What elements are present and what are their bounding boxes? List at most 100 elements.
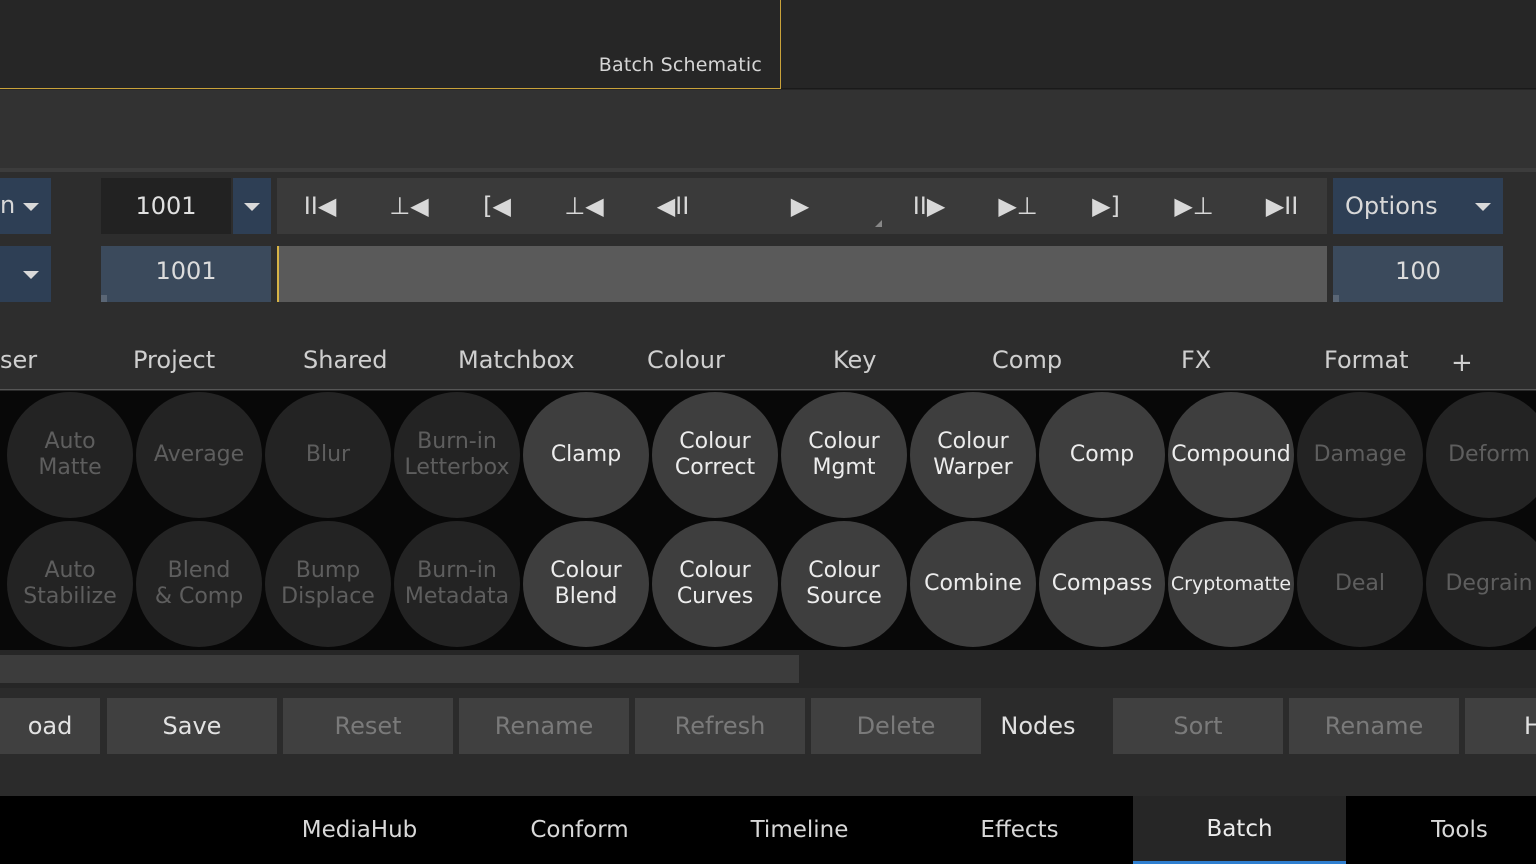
node-deal[interactable]: Deal [1297,521,1423,647]
chevron-down-icon [23,203,39,211]
load-button[interactable]: oad [0,698,100,754]
frame-dropdown[interactable] [233,178,271,234]
nodes-section-label: Nodes [1000,712,1076,740]
step-back-button[interactable]: ◀II [638,178,708,234]
node-colour-blend[interactable]: Colour Blend [523,521,649,647]
delete-label: Delete [856,712,936,740]
go-to-end-icon: ▶II [1265,192,1299,220]
node-burn-in-metadata[interactable]: Burn-in Metadata [394,521,520,647]
go-to-out-icon: ▶] [1092,192,1120,220]
tab-conform[interactable]: Conform [473,796,686,864]
tab-shared[interactable]: Shared [303,346,388,374]
node-damage[interactable]: Damage [1297,392,1423,518]
playhead[interactable] [277,246,279,302]
go-to-end-button[interactable]: ▶II [1247,178,1317,234]
secondary-dropdown[interactable] [0,246,51,302]
play-options-indicator-icon [875,220,882,227]
node-colour-curves[interactable]: Colour Curves [652,521,778,647]
node-blend-comp[interactable]: Blend & Comp [136,521,262,647]
node-label: Bump Displace [281,558,375,609]
node-label: Cryptomatte [1170,573,1292,595]
add-tab-button[interactable]: + [1451,348,1473,378]
node-degrain[interactable]: Degrain [1426,521,1536,647]
next-keyframe-button[interactable]: ▶⊥ [1159,178,1229,234]
main-tab-bar: MediaHub Conform Timeline Effects Batch … [0,796,1536,864]
node-label: Deal [1334,571,1386,596]
current-frame-field[interactable]: 1001 [101,178,231,234]
tab-colour[interactable]: Colour [647,346,725,374]
node-bump-displace[interactable]: Bump Displace [265,521,391,647]
rename-button[interactable]: Rename [459,698,629,754]
tab-effects[interactable]: Effects [913,796,1126,864]
tab-key[interactable]: Key [833,346,877,374]
sort-label: Sort [1173,712,1223,740]
reset-label: Reset [334,712,402,740]
node-auto-stabilize[interactable]: Auto Stabilize [7,521,133,647]
in-point-field[interactable]: 1001 [101,246,271,302]
next-event-button[interactable]: ▶⊥ [983,178,1053,234]
tab-batch[interactable]: Batch [1133,796,1346,864]
node-label: Colour Mgmt [808,429,880,480]
go-to-in-button[interactable]: [◀ [462,178,532,234]
tab-comp[interactable]: Comp [992,346,1062,374]
node-colour-mgmt[interactable]: Colour Mgmt [781,392,907,518]
field-handle [1333,295,1339,302]
step-forward-button[interactable]: II▶ [894,178,964,234]
node-combine[interactable]: Combine [910,521,1036,647]
tab-mediahub[interactable]: MediaHub [253,796,466,864]
go-to-start-button[interactable]: II◀ [285,178,355,234]
batch-schematic-panel[interactable]: Batch Schematic [0,0,781,89]
save-button[interactable]: Save [107,698,277,754]
node-label: Blur [305,442,351,467]
viewport-right-panel[interactable] [781,0,1536,89]
play-button[interactable]: ▶ [765,178,835,234]
node-label: Compound [1171,442,1291,467]
tab-format[interactable]: Format [1324,346,1409,374]
go-to-out-button[interactable]: ▶] [1071,178,1141,234]
tab-user[interactable]: ser [0,346,37,374]
node-colour-source[interactable]: Colour Source [781,521,907,647]
node-label: Auto Matte [38,429,102,480]
prev-keyframe-button[interactable]: ⊥◀ [374,178,444,234]
h-label: H [1523,712,1536,740]
node-deform[interactable]: Deform [1426,392,1536,518]
step-back-icon: ◀II [656,192,690,220]
tab-tools[interactable]: Tools [1353,796,1536,864]
out-point-value: 100 [1395,257,1441,285]
node-cryptomatte[interactable]: Cryptomatte [1168,521,1294,647]
timeline-scrubber[interactable] [277,246,1327,302]
node-burn-in-letterbox[interactable]: Burn-in Letterbox [394,392,520,518]
node-label: Compass [1051,571,1153,596]
options-label: Options [1345,192,1438,220]
node-colour-warper[interactable]: Colour Warper [910,392,1036,518]
node-comp[interactable]: Comp [1039,392,1165,518]
node-average[interactable]: Average [136,392,262,518]
delete-button[interactable]: Delete [811,698,981,754]
node-compass[interactable]: Compass [1039,521,1165,647]
options-dropdown[interactable]: Options [1333,178,1503,234]
in-point-value: 1001 [155,257,217,285]
current-frame-value: 1001 [135,192,197,220]
reset-button[interactable]: Reset [283,698,453,754]
node-label: Blend & Comp [154,558,244,609]
tab-matchbox[interactable]: Matchbox [458,346,575,374]
node-blur[interactable]: Blur [265,392,391,518]
h-button[interactable]: H [1465,698,1536,754]
tab-project[interactable]: Project [133,346,215,374]
prev-event-button[interactable]: ⊥◀ [549,178,619,234]
sort-button[interactable]: Sort [1113,698,1283,754]
node-category-tabs: ser Project Shared Matchbox Colour Key C… [0,322,1536,390]
node-clamp[interactable]: Clamp [523,392,649,518]
bin-scrollbar-thumb[interactable] [0,655,799,683]
chevron-down-icon [23,271,39,279]
node-colour-correct[interactable]: Colour Correct [652,392,778,518]
rename-nodes-button[interactable]: Rename [1289,698,1459,754]
tab-fx[interactable]: FX [1181,346,1211,374]
refresh-button[interactable]: Refresh [635,698,805,754]
node-compound[interactable]: Compound [1168,392,1294,518]
out-point-field[interactable]: 100 [1333,246,1503,302]
tab-mediahub-label: MediaHub [301,817,418,843]
tab-timeline[interactable]: Timeline [693,796,906,864]
schematic-label: Batch Schematic [598,54,762,76]
node-auto-matte[interactable]: Auto Matte [7,392,133,518]
